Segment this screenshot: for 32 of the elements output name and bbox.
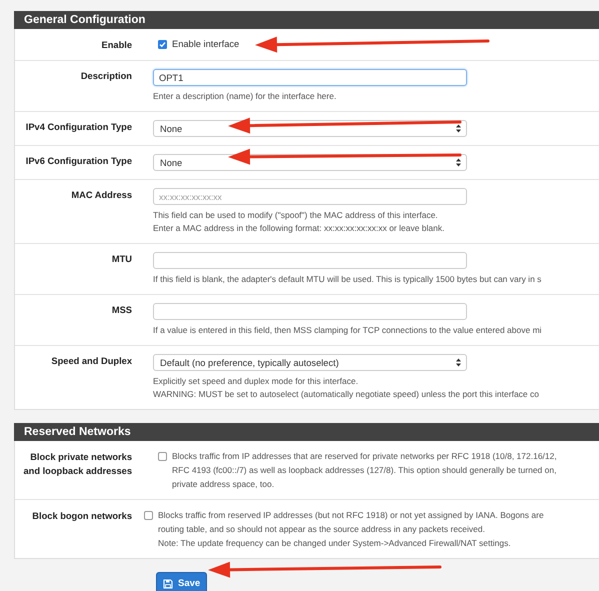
dropdown[interactable]: Default (no preference, typically autoselect) xyxy=(153,354,467,371)
text-field[interactable]: OPT1 xyxy=(153,69,467,86)
field-label: Block bogon networks xyxy=(32,510,132,523)
help-text: Blocks traffic from reserved IP addresses (but not RFC 1918) or not yet assigned by IANA. Bogons are routing table, and so should not appear as the source address in any packets received. Note: The update frequency can be changed under System->Advanced Firewall/NAT settings. xyxy=(158,509,544,550)
field-label: MSS xyxy=(112,304,132,316)
field-label: IPv4 Configuration Type xyxy=(26,121,132,133)
field-label: Speed and Duplex xyxy=(51,355,132,367)
field-label: Description xyxy=(80,70,132,82)
save-button[interactable]: Save xyxy=(156,572,208,591)
updown-icon xyxy=(456,358,461,367)
field-label: MAC Address xyxy=(71,189,132,201)
help-text: Enter a description (name) for the interface here. xyxy=(153,90,338,103)
checkbox[interactable] xyxy=(144,511,153,520)
field-label: MTU xyxy=(112,253,132,265)
field-label: Enable xyxy=(102,39,132,52)
help-text: Explicitly set speed and duplex mode for this interface. WARNING: MUST be set to autoselect (automatically negotiate speed) unless the port this interface co xyxy=(153,375,540,401)
checkbox-label: Enable interface xyxy=(172,38,240,51)
field-label: IPv6 Configuration Type xyxy=(26,155,132,167)
updown-icon xyxy=(456,124,461,133)
help-text: If a value is entered in this field, then MSS clamping for TCP connections to the value entered above mi xyxy=(153,324,543,337)
updown-icon xyxy=(456,158,461,167)
text-field[interactable] xyxy=(153,303,467,320)
help-text: If this field is blank, the adapter's default MTU will be used. This is typically 1500 bytes but can vary in s xyxy=(153,273,542,286)
field-label: Block private networks and loopback addresses xyxy=(22,451,132,478)
help-text: This field can be used to modify ("spoof") the MAC address of this interface. Enter a MAC address in the following format: xx:xx:xx:xx:xx:xx or leave blank. xyxy=(153,209,446,235)
help-text: Blocks traffic from IP addresses that are reserved for private networks per RFC 1918 (10/8, 172.16/12, RFC 4193 (fc00::/7) as well as loopback addresses (127/8). This option should generally be turned on, private address space, too. xyxy=(172,450,557,491)
section-header: General Configuration xyxy=(14,11,599,29)
checkbox[interactable] xyxy=(158,452,167,461)
section-header: Reserved Networks xyxy=(14,423,599,441)
checkbox[interactable] xyxy=(158,40,167,49)
text-field[interactable]: xx:xx:xx:xx:xx:xx xyxy=(153,188,467,205)
text-field[interactable] xyxy=(153,252,467,269)
